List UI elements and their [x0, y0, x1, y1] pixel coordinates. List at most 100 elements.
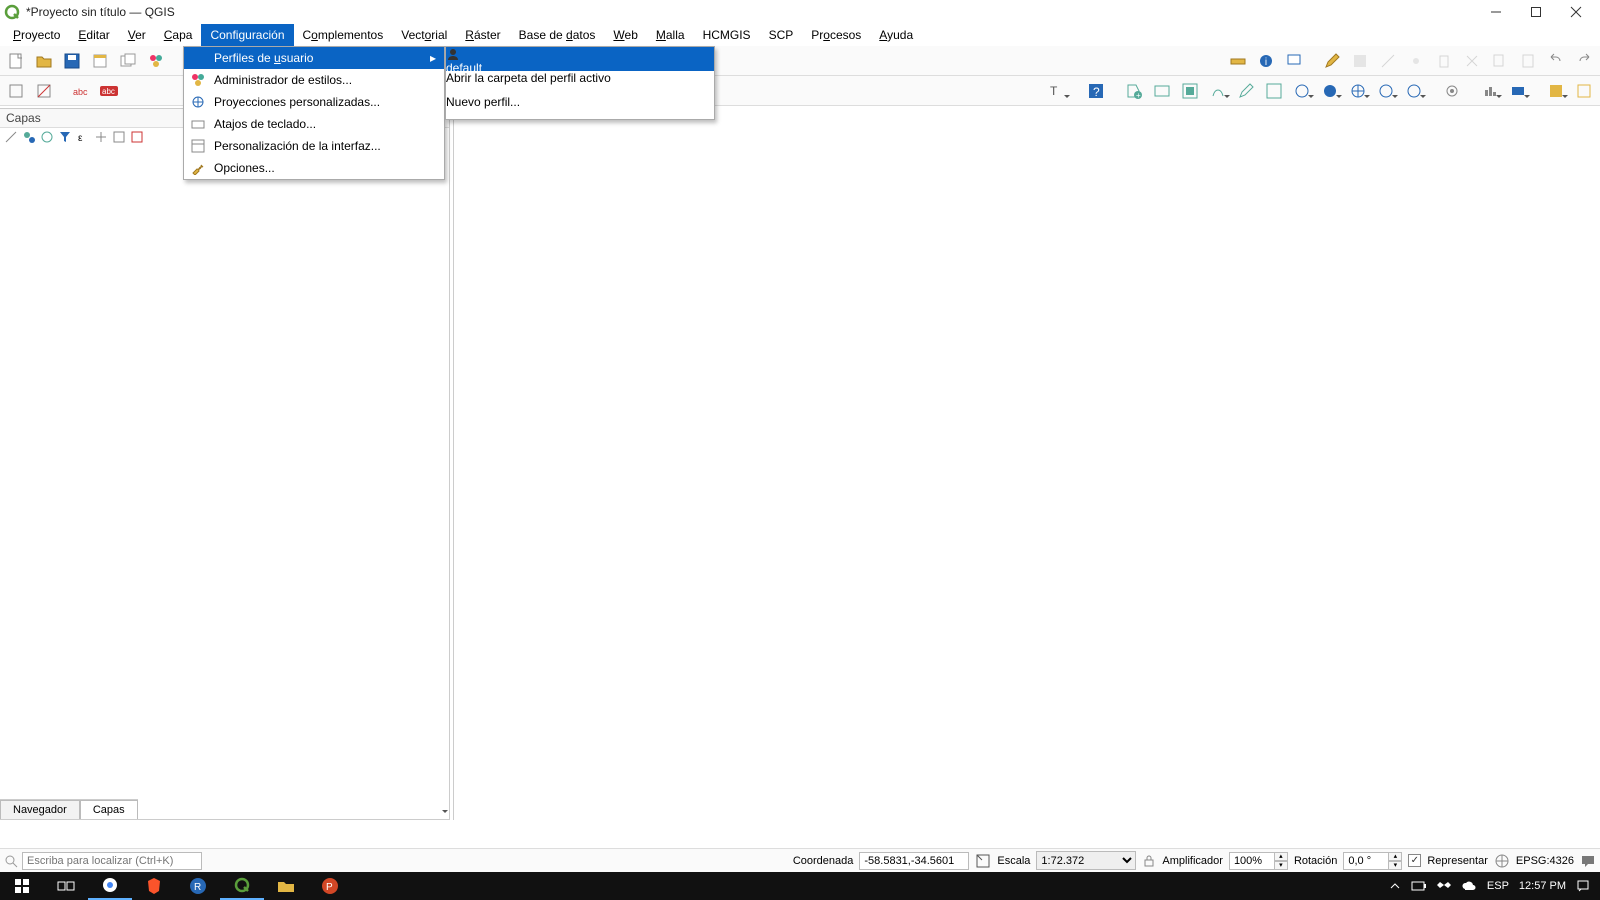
layer-expand-all-button[interactable]: [94, 130, 112, 148]
vertex-tool-button[interactable]: [1403, 48, 1429, 74]
layer-style-button[interactable]: [4, 130, 22, 148]
layer-expand-button[interactable]: ε: [76, 130, 94, 148]
tray-notifications-icon[interactable]: [1576, 879, 1590, 893]
new-project-button[interactable]: [3, 48, 29, 74]
escala-select[interactable]: 1:72.372: [1036, 851, 1136, 870]
powerpoint-taskbar-icon[interactable]: P: [308, 872, 352, 900]
locator-input[interactable]: [22, 852, 202, 870]
menu-complementos[interactable]: Complementos: [294, 24, 393, 46]
tab-capas[interactable]: Capas: [80, 800, 138, 819]
dd-atajos[interactable]: Atajos de teclado...: [184, 113, 444, 135]
tray-dropbox-icon[interactable]: [1437, 879, 1451, 893]
tray-chevron-up-icon[interactable]: [1389, 880, 1401, 892]
tray-onedrive-icon[interactable]: [1461, 880, 1477, 892]
coordenada-input[interactable]: [859, 852, 969, 870]
menu-malla[interactable]: Malla: [647, 24, 694, 46]
menu-scp[interactable]: SCP: [760, 24, 803, 46]
tray-lang[interactable]: ESP: [1487, 880, 1509, 892]
python-console-button[interactable]: [1571, 78, 1597, 104]
epsg-label[interactable]: EPSG:4326: [1516, 855, 1574, 867]
menu-web[interactable]: Web: [604, 24, 646, 46]
undo-button[interactable]: [1543, 48, 1569, 74]
add-vector-button[interactable]: [1261, 78, 1287, 104]
taskview-button[interactable]: [44, 872, 88, 900]
new-geopackage-button[interactable]: [1149, 78, 1175, 104]
dd-personalizacion[interactable]: Personalización de la interfaz...: [184, 135, 444, 157]
submenu-nuevo-perfil[interactable]: Nuevo perfil...: [446, 95, 714, 119]
add-wcs-button[interactable]: [1401, 78, 1427, 104]
label-abc2-button[interactable]: abc: [97, 78, 123, 104]
add-feature-button[interactable]: [1375, 48, 1401, 74]
menu-basedatos[interactable]: Base de datos: [510, 24, 605, 46]
add-wfs-button[interactable]: [1373, 78, 1399, 104]
chrome-taskbar-icon[interactable]: [88, 872, 132, 900]
brave-taskbar-icon[interactable]: [132, 872, 176, 900]
rotacion-spinbox[interactable]: ▴▾: [1343, 852, 1402, 870]
new-spatialite-button[interactable]: [1177, 78, 1203, 104]
dd-admin-estilos[interactable]: Administrador de estilos...: [184, 69, 444, 91]
menu-editar[interactable]: Editar: [69, 24, 118, 46]
add-wms-button[interactable]: [1345, 78, 1371, 104]
statistics-button[interactable]: [1477, 78, 1503, 104]
map-tips-button[interactable]: [1281, 48, 1307, 74]
deselect-button[interactable]: [31, 78, 57, 104]
layer-filter-button[interactable]: [22, 130, 40, 148]
dd-opciones[interactable]: Opciones...: [184, 157, 444, 179]
measure-button[interactable]: [1225, 48, 1251, 74]
new-virtual-layer-button[interactable]: [1233, 78, 1259, 104]
label-abc-button[interactable]: abc: [69, 78, 95, 104]
annotation-dropdown[interactable]: T: [1045, 78, 1071, 104]
dd-proyecciones[interactable]: Proyecciones personalizadas...: [184, 91, 444, 113]
menu-configuracion[interactable]: Configuración: [201, 24, 293, 46]
close-button[interactable]: [1556, 2, 1596, 22]
new-shapefile-button[interactable]: +: [1121, 78, 1147, 104]
add-mesh-button[interactable]: [1317, 78, 1343, 104]
tray-time[interactable]: 12:57 PM: [1519, 880, 1566, 892]
select-features-button[interactable]: [3, 78, 29, 104]
locator-search[interactable]: [4, 852, 202, 870]
new-memory-layer-button[interactable]: [1205, 78, 1231, 104]
menu-procesos[interactable]: Procesos: [802, 24, 870, 46]
r-taskbar-icon[interactable]: R: [176, 872, 220, 900]
messages-icon[interactable]: [1580, 853, 1596, 869]
lock-icon[interactable]: [1142, 854, 1156, 868]
style-manager-button[interactable]: [143, 48, 169, 74]
maximize-button[interactable]: [1516, 2, 1556, 22]
layer-expression-button[interactable]: [40, 130, 58, 148]
map-canvas[interactable]: [453, 108, 1600, 820]
layer-remove-button[interactable]: [130, 130, 148, 148]
add-raster-button[interactable]: [1289, 78, 1315, 104]
edit-toggle-button[interactable]: [1319, 48, 1345, 74]
cut-features-button[interactable]: [1459, 48, 1485, 74]
layer-funnel-button[interactable]: [58, 130, 76, 148]
layer-collapse-all-button[interactable]: [112, 130, 130, 148]
submenu-abrir-carpeta[interactable]: Abrir la carpeta del perfil activo: [446, 71, 714, 95]
menu-proyecto[interactable]: Proyecto: [4, 24, 69, 46]
save-edits-button[interactable]: [1347, 48, 1373, 74]
copy-features-button[interactable]: [1487, 48, 1513, 74]
paste-features-button[interactable]: [1515, 48, 1541, 74]
menu-ayuda[interactable]: Ayuda: [870, 24, 922, 46]
submenu-default[interactable]: default: [446, 47, 714, 71]
representar-checkbox[interactable]: [1408, 854, 1421, 867]
menu-hcmgis[interactable]: HCMGIS: [694, 24, 760, 46]
minimize-button[interactable]: [1476, 2, 1516, 22]
tab-navegador[interactable]: Navegador: [0, 800, 80, 819]
mouse-extent-icon[interactable]: [975, 853, 991, 869]
print-layout-button[interactable]: [87, 48, 113, 74]
menu-capa[interactable]: Capa: [155, 24, 202, 46]
tray-battery-icon[interactable]: [1411, 880, 1427, 892]
delete-selected-button[interactable]: [1431, 48, 1457, 74]
layout-manager-button[interactable]: [115, 48, 141, 74]
identify-button[interactable]: i: [1253, 48, 1279, 74]
crs-icon[interactable]: [1494, 853, 1510, 869]
save-project-button[interactable]: [59, 48, 85, 74]
dd-perfiles-usuario[interactable]: Perfiles de usuario ▸: [184, 47, 444, 69]
open-project-button[interactable]: [31, 48, 57, 74]
menu-raster[interactable]: Ráster: [456, 24, 509, 46]
start-button[interactable]: [0, 872, 44, 900]
processing-toolbox-button[interactable]: [1439, 78, 1465, 104]
menu-vectorial[interactable]: Vectorial: [392, 24, 456, 46]
plugin-button[interactable]: [1543, 78, 1569, 104]
amplificador-spinbox[interactable]: ▴▾: [1229, 852, 1288, 870]
